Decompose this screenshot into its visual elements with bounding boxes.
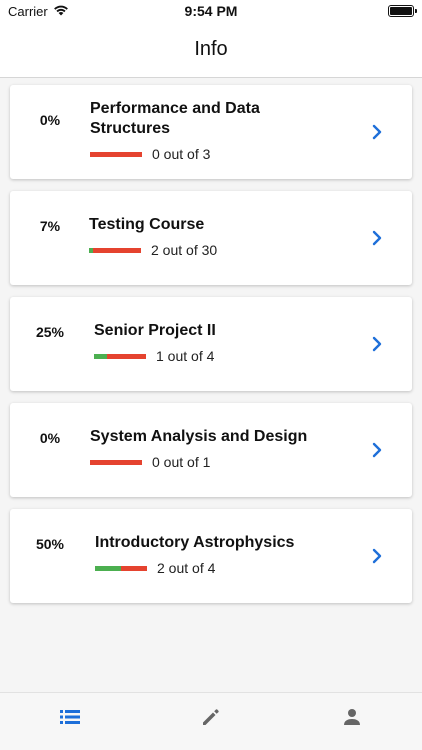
progress-row: 0 out of 3 (90, 146, 352, 162)
course-title: Senior Project II (94, 321, 352, 341)
carrier-label: Carrier (8, 3, 48, 19)
chevron-right-icon[interactable] (370, 336, 384, 352)
course-card-senior-project-ii[interactable]: 25% Senior Project II 1 out of 4 (10, 297, 412, 391)
course-title-line: Performance and Data (90, 100, 260, 117)
course-card-system-analysis-design[interactable]: 0% System Analysis and Design 0 out of 1 (10, 403, 412, 497)
progress-row: 2 out of 30 (89, 242, 352, 258)
chevron-right-icon[interactable] (370, 442, 384, 458)
course-title-line: Introductory Astrophysics (95, 534, 295, 551)
course-list: 0% Performance and Data Structures 0 out… (0, 79, 422, 692)
progress-bar (90, 459, 142, 465)
course-info: Senior Project II 1 out of 4 (94, 321, 352, 364)
navigation-bar: Info (0, 22, 422, 78)
course-info: Testing Course 2 out of 30 (89, 215, 352, 258)
chevron-right-icon[interactable] (370, 548, 384, 564)
course-percent: 25% (35, 324, 65, 340)
progress-count: 2 out of 30 (151, 242, 218, 258)
course-title-line: Senior Project II (94, 322, 216, 339)
progress-bar-fill (94, 353, 107, 359)
progress-bar (90, 151, 142, 157)
status-left: Carrier (8, 4, 69, 19)
chevron-right-icon[interactable] (370, 230, 384, 246)
progress-count: 2 out of 4 (157, 560, 216, 576)
course-card-testing-course[interactable]: 7% Testing Course 2 out of 30 (10, 191, 412, 285)
course-card-performance-data-structures[interactable]: 0% Performance and Data Structures 0 out… (10, 85, 412, 179)
progress-bar (89, 247, 141, 253)
course-title-line: System Analysis and Design (90, 428, 308, 445)
course-title-line: Structures (90, 120, 171, 137)
progress-count: 0 out of 3 (152, 146, 211, 162)
course-card-introductory-astrophysics[interactable]: 50% Introductory Astrophysics 2 out of 4 (10, 509, 412, 603)
progress-bar-fill (89, 247, 93, 253)
course-info: System Analysis and Design 0 out of 1 (90, 427, 352, 470)
tab-edit[interactable] (181, 700, 241, 740)
list-icon (60, 710, 81, 729)
course-info: Performance and Data Structures 0 out of… (90, 99, 352, 162)
progress-row: 0 out of 1 (90, 454, 352, 470)
person-icon (343, 708, 361, 731)
progress-row: 1 out of 4 (94, 348, 352, 364)
progress-count: 1 out of 4 (156, 348, 215, 364)
page-title: Info (194, 38, 228, 60)
chevron-right-icon[interactable] (370, 124, 384, 140)
wifi-icon (53, 4, 69, 19)
course-percent: 7% (39, 218, 61, 234)
battery-icon (388, 5, 417, 17)
pencil-icon (201, 707, 221, 732)
progress-count: 0 out of 1 (152, 454, 211, 470)
course-percent: 50% (35, 536, 65, 552)
tab-profile[interactable] (322, 700, 382, 740)
progress-bar (95, 565, 147, 571)
course-percent: 0% (39, 112, 61, 128)
course-title: Testing Course (89, 215, 352, 235)
tab-list[interactable] (40, 700, 100, 740)
progress-bar-fill (95, 565, 121, 571)
course-title: Introductory Astrophysics (95, 533, 352, 553)
course-title-line: Testing Course (89, 216, 205, 233)
course-percent: 0% (39, 430, 61, 446)
progress-row: 2 out of 4 (95, 560, 352, 576)
course-title: Performance and Data Structures (90, 99, 352, 139)
progress-bar (94, 353, 146, 359)
course-title: System Analysis and Design (90, 427, 352, 447)
tab-bar (0, 692, 422, 750)
status-bar: Carrier 9:54 PM (0, 0, 422, 22)
course-info: Introductory Astrophysics 2 out of 4 (95, 533, 352, 576)
